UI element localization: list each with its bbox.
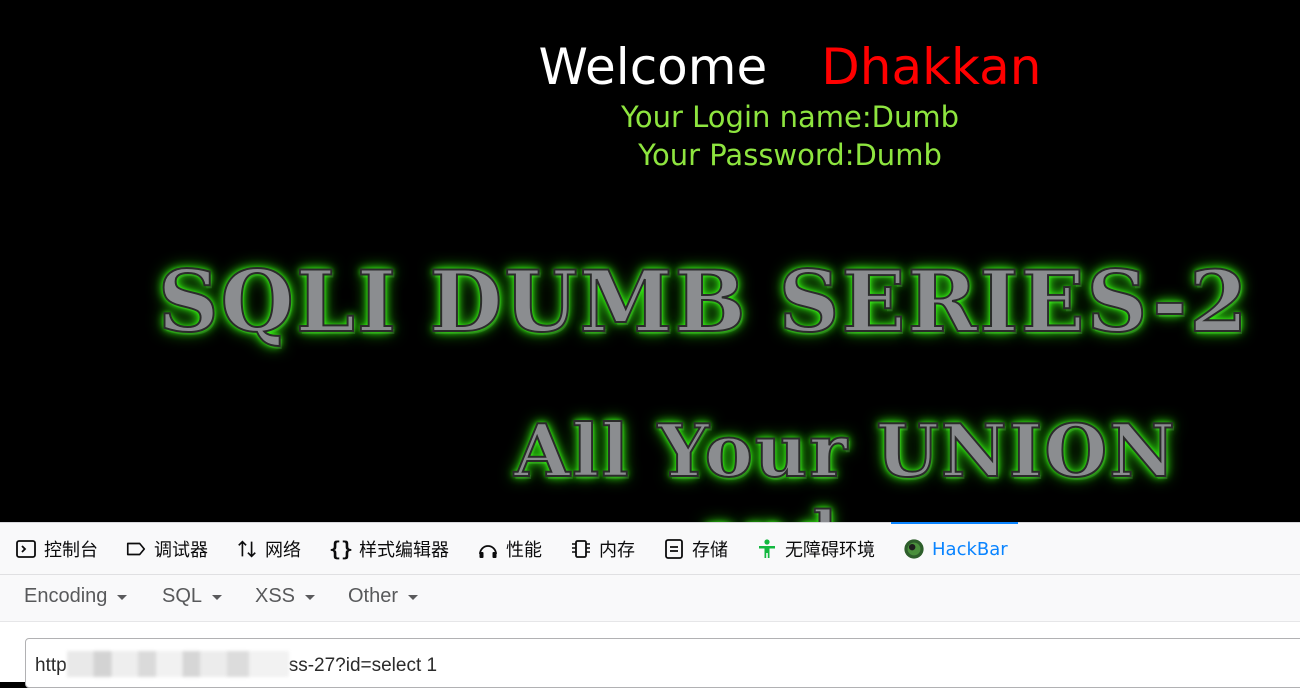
tab-label: HackBar: [932, 538, 1008, 560]
login-name-text: Your Login name:Dumb: [621, 100, 959, 134]
tab-console[interactable]: 控制台: [15, 523, 98, 575]
memory-icon: [570, 538, 592, 560]
style-editor-icon: {}: [328, 537, 354, 561]
tab-label: 无障碍环境: [785, 540, 875, 561]
storage-icon: [663, 538, 685, 560]
tab-hackbar[interactable]: HackBar: [891, 522, 1018, 575]
debugger-icon: [125, 538, 147, 560]
tab-network[interactable]: 网络: [236, 523, 301, 575]
banner-subtitle: All Your UNION: [513, 407, 1177, 494]
tab-performance[interactable]: 性能: [477, 523, 542, 575]
caret-down-icon: [305, 595, 316, 600]
tab-label: 网络: [265, 540, 301, 561]
hackbar-menu: Encoding SQL XSS Other: [0, 575, 1300, 622]
sql-dropdown[interactable]: SQL: [162, 585, 223, 608]
network-icon: [236, 538, 258, 560]
redacted-url-segment: [66, 651, 289, 677]
encoding-dropdown[interactable]: Encoding: [24, 585, 128, 608]
tab-label: 存储: [692, 540, 728, 561]
banner-partial-text: and: [699, 497, 839, 522]
tab-label: 控制台: [44, 540, 98, 561]
caret-down-icon: [117, 595, 128, 600]
other-label: Other: [348, 585, 399, 607]
hackbar-icon: [903, 538, 925, 560]
tab-label: 性能: [506, 540, 542, 561]
tab-accessibility[interactable]: 无障碍环境: [756, 523, 875, 575]
banner-title: SQLI DUMB SERIES-2: [157, 251, 1250, 352]
welcome-heading: Welcome Dhakkan: [0, 38, 1300, 96]
tab-memory[interactable]: 内存: [570, 523, 635, 575]
other-dropdown[interactable]: Other: [348, 585, 419, 608]
tab-label: 样式编辑器: [359, 540, 449, 561]
password-text: Your Password:Dumb: [638, 138, 942, 172]
console-icon: [15, 538, 37, 560]
devtools-toolbar: 控制台 调试器 网络 {} 样式编辑器 性能 内存 存储 无障碍环境 HackB…: [0, 522, 1300, 575]
url-prefix: http: [35, 655, 67, 676]
tab-debugger[interactable]: 调试器: [125, 523, 208, 575]
tab-storage[interactable]: 存储: [663, 523, 728, 575]
tab-style-editor[interactable]: {} 样式编辑器: [328, 523, 449, 575]
url-input[interactable]: http ss-27?id=select 1: [25, 638, 1300, 688]
tab-label: 内存: [599, 540, 635, 561]
url-suffix: ss-27?id=select 1: [288, 655, 438, 676]
caret-down-icon: [408, 595, 419, 600]
sql-label: SQL: [162, 585, 203, 607]
performance-icon: [477, 538, 499, 560]
page-viewport: Welcome Dhakkan Your Login name:Dumb Your…: [0, 0, 1300, 522]
xss-dropdown[interactable]: XSS: [255, 585, 316, 608]
welcome-username: Dhakkan: [821, 38, 1042, 96]
welcome-word: Welcome: [538, 38, 768, 96]
hackbar-url-area: http ss-27?id=select 1: [0, 622, 1300, 688]
accessibility-icon: [756, 538, 778, 560]
encoding-label: Encoding: [24, 585, 108, 607]
tab-label: 调试器: [154, 540, 208, 561]
caret-down-icon: [212, 595, 223, 600]
xss-label: XSS: [255, 585, 296, 607]
url-text: http ss-27?id=select 1: [35, 651, 437, 677]
